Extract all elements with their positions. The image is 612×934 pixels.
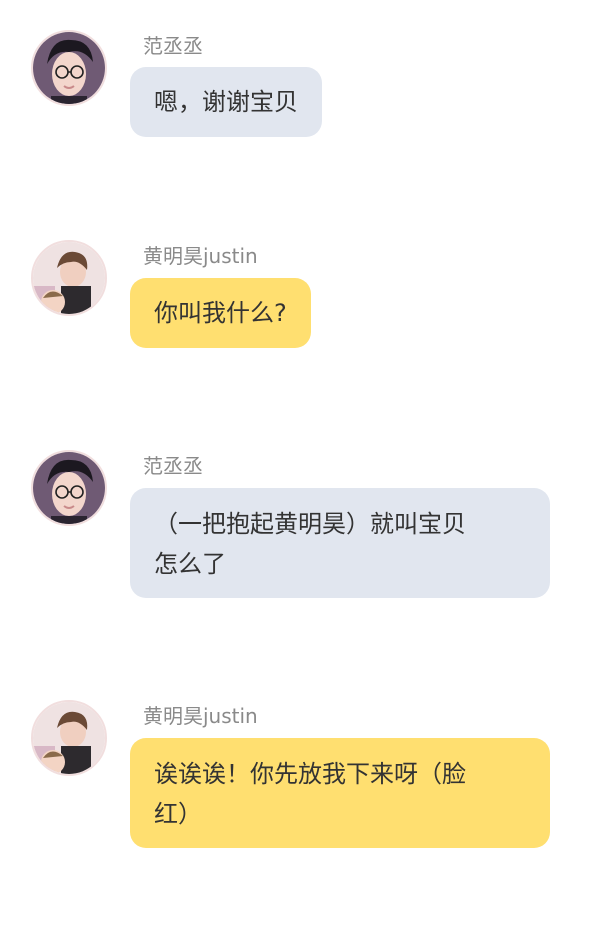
avatar-fan-chengcheng[interactable] [31,30,107,106]
message-bubble[interactable]: 诶诶诶！你先放我下来呀（脸 红） [130,738,550,848]
message-bubble[interactable]: 你叫我什么? [130,278,311,348]
sender-name: 黄明昊justin [143,704,258,728]
avatar-fan-chengcheng[interactable] [31,450,107,526]
sender-name: 黄明昊justin [143,244,258,268]
sender-name: 范丞丞 [143,454,203,478]
sender-name: 范丞丞 [143,34,203,58]
message-text: 嗯，谢谢宝贝 [154,88,298,116]
avatar-huang-minghao[interactable] [31,240,107,316]
message-bubble[interactable]: 嗯，谢谢宝贝 [130,67,322,137]
message-bubble[interactable]: （一把抱起黄明昊）就叫宝贝 怎么了 [130,488,550,598]
message-text-line: （一把抱起黄明昊）就叫宝贝 [154,510,466,538]
message-text-line: 红） [154,800,202,828]
avatar-huang-minghao[interactable] [31,700,107,776]
message-text-line: 怎么了 [154,550,226,578]
message-text: 你叫我什么? [154,299,287,327]
message-text-line: 诶诶诶！你先放我下来呀（脸 [154,760,466,788]
